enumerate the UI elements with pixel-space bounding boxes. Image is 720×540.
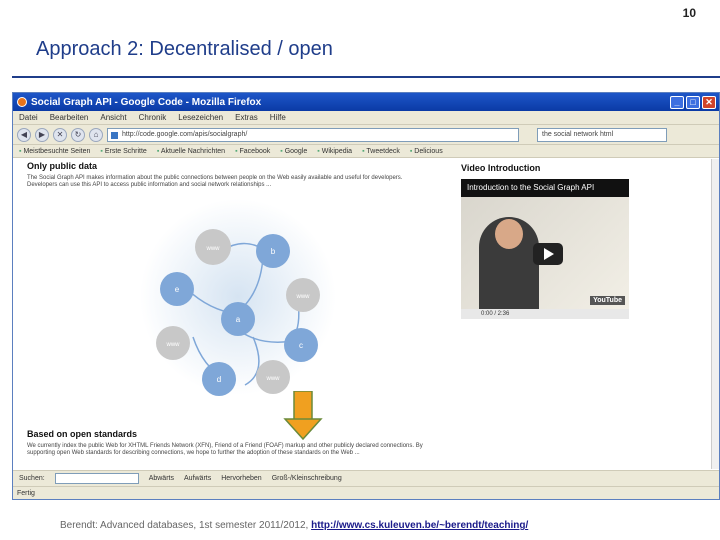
page-content: Only public data The Social Graph API ma… <box>13 159 713 469</box>
play-icon[interactable] <box>533 243 563 265</box>
bookmark-item[interactable]: Aktuelle Nachrichten <box>157 148 225 155</box>
footer-link[interactable]: http://www.cs.kuleuven.be/~berendt/teach… <box>311 520 528 531</box>
bookmark-item[interactable]: Wikipedia <box>317 148 352 155</box>
menu-item-edit[interactable]: Bearbeiten <box>50 113 89 122</box>
graph-node-label: www <box>166 342 181 348</box>
bookmark-item[interactable]: Delicious <box>410 148 442 155</box>
reload-button[interactable]: ↻ <box>71 127 85 142</box>
window-title: Social Graph API - Google Code - Mozilla… <box>31 96 262 108</box>
browser-window: Social Graph API - Google Code - Mozilla… <box>12 92 720 500</box>
graph-node-label: e <box>175 285 180 294</box>
vertical-scrollbar[interactable] <box>711 159 719 469</box>
status-bar: Fertig <box>13 486 719 499</box>
video-time[interactable]: 0:00 / 2:36 <box>461 309 629 319</box>
slide: 10 Approach 2: Decentralised / open Soci… <box>0 0 720 540</box>
video-frame[interactable]: YouTube <box>461 197 629 309</box>
graph-node-label: c <box>299 341 303 350</box>
bookmarks-toolbar: Meistbesuchte Seiten Erste Schritte Aktu… <box>13 145 719 158</box>
graph-node-label: www <box>206 246 221 252</box>
stop-button[interactable]: ✕ <box>53 127 67 142</box>
footer-text: Berendt: Advanced databases, 1st semeste… <box>60 520 312 531</box>
menu-item-tools[interactable]: Extras <box>235 113 258 122</box>
heading-public-data: Only public data <box>27 161 98 171</box>
forward-button[interactable]: ▶ <box>35 127 49 142</box>
slide-number: 10 <box>682 6 696 20</box>
video-heading: Video Introduction <box>461 163 541 173</box>
graph-node-label: www <box>266 376 281 382</box>
menu-bar: Datei Bearbeiten Ansicht Chronik Lesezei… <box>13 111 719 125</box>
title-divider <box>12 76 720 78</box>
browser-titlebar: Social Graph API - Google Code - Mozilla… <box>13 93 719 111</box>
menu-item-help[interactable]: Hilfe <box>270 113 286 122</box>
find-input[interactable] <box>54 473 139 484</box>
social-graph-diagram: www b e www a www c d www <box>140 199 336 396</box>
close-button[interactable]: ✕ <box>702 95 716 109</box>
graph-node-label: a <box>236 315 241 324</box>
search-input[interactable]: the social network html <box>537 127 667 142</box>
menu-item-view[interactable]: Ansicht <box>100 113 126 122</box>
home-button[interactable]: ⌂ <box>89 127 103 142</box>
bookmark-item[interactable]: Meistbesuchte Seiten <box>19 148 90 155</box>
maximize-button[interactable]: □ <box>686 95 700 109</box>
address-bar[interactable]: http://code.google.com/apis/socialgraph/ <box>107 127 519 142</box>
slide-footer: Berendt: Advanced databases, 1st semeste… <box>60 520 528 531</box>
video-title: Introduction to the Social Graph API <box>461 179 629 197</box>
bookmark-item[interactable]: Erste Schritte <box>100 148 147 155</box>
menu-item-history[interactable]: Chronik <box>139 113 167 122</box>
find-down-button[interactable]: Abwärts <box>149 475 174 482</box>
back-button[interactable]: ◀ <box>17 127 31 142</box>
graph-node-label: d <box>217 375 221 384</box>
youtube-logo: YouTube <box>590 296 625 305</box>
menu-item-file[interactable]: Datei <box>19 113 38 122</box>
find-label: Suchen: <box>19 475 45 482</box>
open-standards-text: We currently index the public Web for XH… <box>27 443 423 456</box>
graph-node-label: www <box>296 294 311 300</box>
minimize-button[interactable]: _ <box>670 95 684 109</box>
bookmark-item[interactable]: Tweetdeck <box>362 148 399 155</box>
public-data-text: The Social Graph API makes information a… <box>27 175 403 188</box>
find-up-button[interactable]: Aufwärts <box>184 475 211 482</box>
video-presenter-face <box>495 219 523 249</box>
bookmark-item[interactable]: Google <box>280 148 308 155</box>
graph-node-label: b <box>271 247 276 256</box>
heading-open-standards: Based on open standards <box>27 429 138 439</box>
match-case-checkbox[interactable]: Groß-/Kleinschreibung <box>272 475 342 482</box>
slide-title: Approach 2: Decentralised / open <box>36 38 333 60</box>
menu-item-bookmarks[interactable]: Lesezeichen <box>178 113 223 122</box>
video-player[interactable]: Introduction to the Social Graph API You… <box>461 179 629 319</box>
bookmark-item[interactable]: Facebook <box>235 148 271 155</box>
navigation-toolbar: ◀ ▶ ✕ ↻ ⌂ http://code.google.com/apis/so… <box>13 125 719 145</box>
highlight-button[interactable]: Hervorheben <box>221 475 261 482</box>
find-bar: Suchen: Abwärts Aufwärts Hervorheben Gro… <box>13 470 719 486</box>
firefox-icon <box>17 97 27 107</box>
down-arrow-icon <box>283 391 323 441</box>
